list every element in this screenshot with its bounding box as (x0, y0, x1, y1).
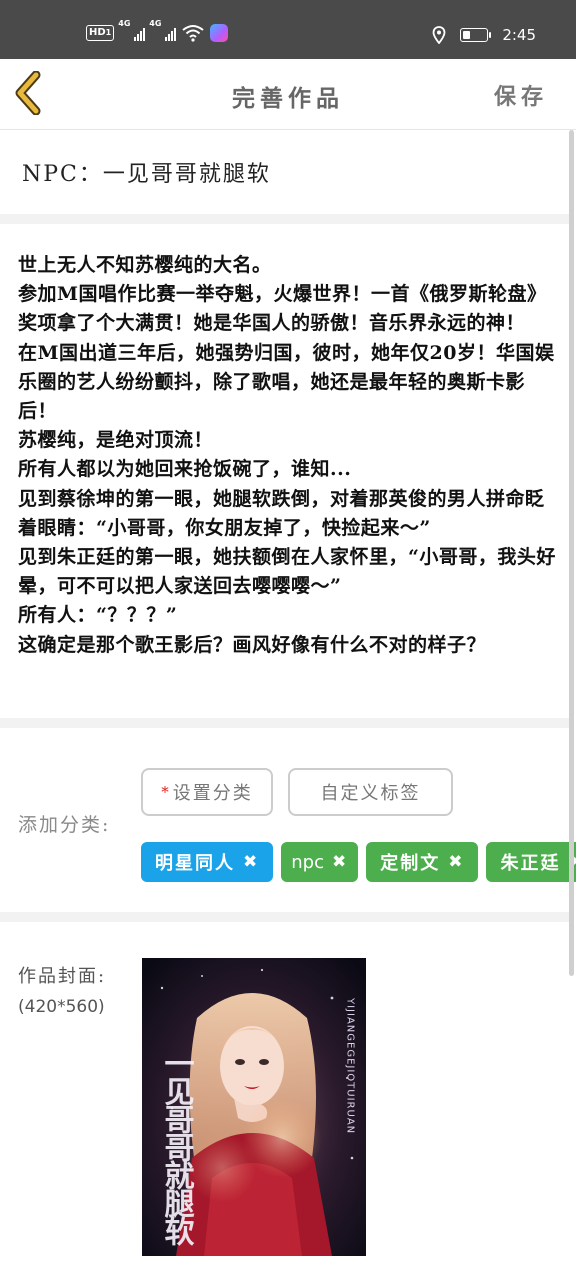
summary-textarea[interactable]: 世上无人不知苏樱纯的大名。 参加M国唱作比赛一举夺魁，火爆世界！一首《俄罗斯轮盘… (18, 251, 558, 717)
summary-line: 苏樱纯，是绝对顶流！ (18, 429, 214, 452)
custom-tag-label: 自定义标签 (320, 783, 421, 804)
tag-label: 定制文 (380, 853, 441, 874)
app-notification-icon (210, 24, 229, 42)
hd-badge: HD 1 (86, 25, 115, 41)
tag-label: 明星同人 (155, 853, 235, 874)
battery-icon (460, 28, 492, 42)
summary-line: 见到朱正廷的第一眼，她扶额倒在人家怀里，“小哥哥，我头好晕，可不可以把人家送回去… (18, 546, 556, 598)
status-bar: HD 1 4G 4G 2:45 (0, 0, 576, 59)
required-mark: * (161, 783, 171, 801)
set-category-label: 设置分类 (172, 783, 253, 804)
signal-icon-1: 4G (118, 19, 146, 41)
scrollbar[interactable] (569, 130, 574, 976)
summary-line: 世上无人不知苏樱纯的大名。 (18, 254, 272, 276)
work-title-field[interactable]: NPC：一见哥哥就腿软 (22, 156, 271, 188)
signal-icon-2: 4G (149, 19, 177, 41)
custom-tag-button[interactable]: 自定义标签 (288, 768, 453, 816)
section-divider (0, 214, 570, 224)
cover-size-hint: (420*560) (18, 997, 105, 1017)
tag-label: npc (291, 851, 324, 873)
cover-pinyin-art: YIJIANGEGEJIOTUIRUAN (345, 997, 356, 1134)
tag-chip[interactable]: 朱正廷 ✖ (486, 842, 576, 882)
tag-list: 明星同人 ✖ npc ✖ 定制文 ✖ 朱正廷 ✖ (141, 842, 576, 882)
status-right-icons: 2:45 (432, 26, 536, 44)
status-time: 2:45 (502, 26, 536, 44)
close-icon[interactable]: ✖ (448, 852, 464, 872)
cover-label-text: 作品封面: (18, 966, 107, 987)
tag-chip[interactable]: 明星同人 ✖ (141, 842, 274, 882)
summary-line: 在M国出道三年后，她强势归国，彼时，她年仅20岁！华国娱乐圈的艺人纷纷颤抖，除了… (18, 341, 555, 423)
summary-line: 这确定是那个歌王影后？画风好像有什么不对的样子？ (18, 633, 487, 656)
summary-line: 参加M国唱作比赛一举夺魁，火爆世界！一首《俄罗斯轮盘》奖项拿了个大满贯！她是华国… (18, 283, 547, 335)
summary-line: 所有人都以为她回来抢饭碗了，谁知... (18, 458, 352, 481)
close-icon[interactable]: ✖ (332, 852, 348, 872)
section-divider (0, 718, 570, 728)
cover-image[interactable]: 一见哥哥就腿软 YIJIANGEGEJIOTUIRUAN (142, 958, 366, 1256)
summary-line: 所有人：“？？？” (18, 604, 178, 627)
page-title: 完善作品 (232, 85, 344, 112)
wifi-icon (182, 25, 204, 42)
cover-artwork: 一见哥哥就腿软 YIJIANGEGEJIOTUIRUAN (142, 958, 366, 1256)
tag-chip[interactable]: npc ✖ (281, 842, 359, 882)
status-left-icons: HD 1 4G 4G (86, 19, 229, 42)
nav-bar: 完善作品 保存 (0, 59, 576, 130)
set-category-button[interactable]: * 设置分类 (141, 768, 273, 816)
summary-line: 见到蔡徐坤的第一眼，她腿软跌倒，对着那英俊的男人拼命眨着眼睛：“小哥哥，你女朋友… (18, 487, 545, 539)
location-icon (432, 26, 446, 44)
save-button[interactable]: 保存 (494, 79, 548, 111)
close-icon[interactable]: ✖ (243, 852, 259, 872)
tag-chip[interactable]: 定制文 ✖ (366, 842, 479, 882)
cover-title-art: 一见哥哥就腿软 (159, 1048, 195, 1247)
tag-label: 朱正廷 (500, 853, 561, 874)
section-divider (0, 912, 570, 922)
category-label: 添加分类: (18, 814, 111, 836)
cover-label: 作品封面: (420*560) (18, 962, 106, 1022)
